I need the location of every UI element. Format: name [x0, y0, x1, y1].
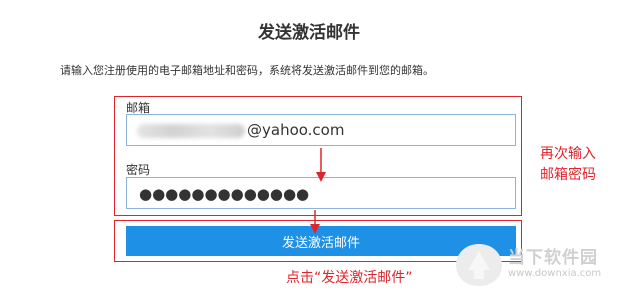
email-field[interactable]: @yahoo.com: [126, 114, 516, 146]
password-mask: ●●●●●●●●●●●●●: [139, 185, 310, 203]
instruction-text: 请输入您注册使用的电子邮箱地址和密码，系统将发送激活邮件到您的邮箱。: [60, 64, 434, 77]
password-label: 密码: [126, 163, 151, 177]
watermark-url: www.downxia.com: [508, 268, 602, 279]
email-domain: @yahoo.com: [247, 121, 345, 139]
email-username-blur: [137, 124, 245, 138]
arrow-down-icon: [316, 148, 326, 182]
click-hint-annotation: 点击“发送激活邮件”: [286, 270, 413, 286]
arrow-down-icon: [310, 210, 320, 234]
page-title: 发送激活邮件: [258, 23, 360, 43]
downxia-logo-icon: [456, 244, 502, 286]
reenter-line-1: 再次输入: [540, 146, 596, 162]
reenter-annotation: 再次输入 邮箱密码: [540, 144, 596, 186]
reenter-line-2: 邮箱密码: [540, 167, 596, 183]
watermark-brand: 当下软件园: [508, 248, 598, 268]
